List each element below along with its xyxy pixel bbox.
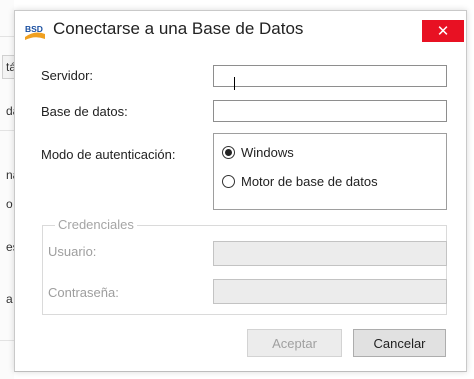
radio-dot — [225, 149, 232, 156]
accept-button[interactable]: Aceptar — [247, 329, 342, 357]
close-icon: ✕ — [436, 23, 450, 40]
database-label: Base de datos: — [41, 104, 128, 119]
background-text: o — [6, 197, 13, 211]
auth-option-label: Windows — [241, 145, 294, 160]
server-input[interactable] — [213, 65, 447, 87]
credentials-legend: Credenciales — [55, 217, 137, 232]
user-input[interactable] — [213, 241, 447, 266]
bsd-logo-icon: BSD — [24, 23, 46, 41]
auth-mode-label: Modo de autenticación: — [41, 147, 176, 162]
background-divider — [0, 36, 14, 37]
background-divider — [0, 340, 14, 341]
radio-unselected-icon[interactable] — [222, 175, 235, 188]
radio-selected-icon[interactable] — [222, 146, 235, 159]
auth-mode-group: Windows Motor de base de datos — [213, 133, 447, 210]
cancel-button[interactable]: Cancelar — [353, 329, 446, 357]
password-input[interactable] — [213, 279, 447, 304]
user-label: Usuario: — [48, 244, 97, 259]
auth-option-label: Motor de base de datos — [241, 174, 378, 189]
auth-option-database-engine[interactable]: Motor de base de datos — [222, 174, 378, 189]
password-label: Contraseña: — [48, 285, 119, 300]
background-text: a — [6, 292, 13, 306]
background-divider — [0, 130, 14, 131]
server-label: Servidor: — [41, 68, 94, 83]
auth-option-windows[interactable]: Windows — [222, 145, 294, 160]
database-input[interactable] — [213, 100, 447, 122]
text-cursor — [234, 77, 235, 90]
bsd-logo-text: BSD — [25, 24, 43, 34]
dialog-title: Conectarse a una Base de Datos — [53, 19, 304, 38]
connect-database-dialog: BSD Conectarse a una Base de Datos ✕ Ser… — [14, 10, 467, 372]
dialog-title-bar[interactable]: BSD Conectarse a una Base de Datos ✕ — [15, 11, 466, 49]
close-button[interactable]: ✕ — [422, 20, 464, 42]
